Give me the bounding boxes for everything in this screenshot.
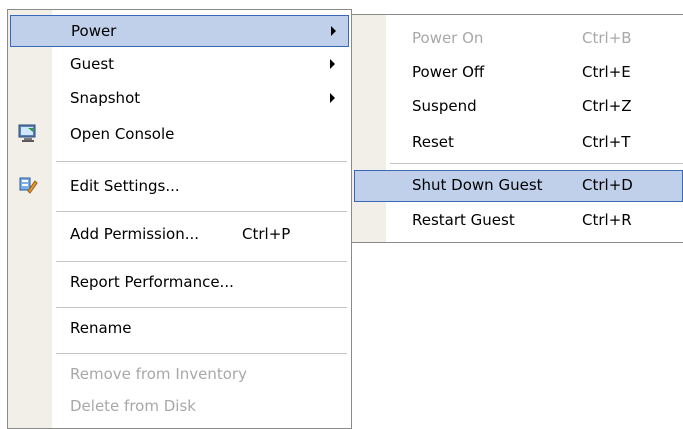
submenu-item-restart-guest[interactable]: Restart Guest Ctrl+R [354, 205, 681, 237]
submenu-arrow-icon [331, 26, 336, 36]
submenu-item-shut-down-guest-label: Shut Down Guest [412, 176, 543, 194]
submenu-item-reset[interactable]: Reset Ctrl+T [354, 127, 681, 159]
submenu-item-restart-guest-shortcut: Ctrl+R [582, 211, 632, 229]
submenu-item-shut-down-guest-shortcut: Ctrl+D [582, 176, 633, 194]
menu-item-delete-from-disk: Delete from Disk [10, 391, 349, 423]
menu-separator [56, 161, 347, 162]
menu-item-power[interactable]: Power [10, 15, 349, 47]
submenu-item-power-off-shortcut: Ctrl+E [582, 63, 631, 81]
menu-item-rename-label: Rename [70, 319, 132, 337]
menu-item-add-permission[interactable]: Add Permission... Ctrl+P [10, 219, 349, 251]
menu-item-add-permission-label: Add Permission... [70, 225, 200, 243]
submenu-arrow-icon [330, 93, 335, 103]
menu-item-snapshot[interactable]: Snapshot [10, 83, 349, 115]
menu-item-rename[interactable]: Rename [10, 313, 349, 345]
submenu-item-suspend-label: Suspend [412, 97, 477, 115]
menu-item-delete-from-disk-label: Delete from Disk [70, 397, 196, 415]
menu-item-guest-label: Guest [70, 55, 115, 73]
submenu-item-restart-guest-label: Restart Guest [412, 211, 515, 229]
menu-item-open-console-label: Open Console [70, 125, 175, 143]
menu-item-remove-from-inventory: Remove from Inventory [10, 359, 349, 391]
submenu-item-power-on: Power On Ctrl+B [354, 23, 681, 55]
submenu-item-power-off[interactable]: Power Off Ctrl+E [354, 57, 681, 89]
submenu-item-suspend-shortcut: Ctrl+Z [582, 97, 632, 115]
submenu-item-reset-label: Reset [412, 133, 454, 151]
menu-item-add-permission-shortcut: Ctrl+P [242, 225, 291, 243]
menu-item-guest[interactable]: Guest [10, 49, 349, 81]
submenu-item-shut-down-guest[interactable]: Shut Down Guest Ctrl+D [354, 170, 683, 202]
menu-separator [56, 353, 347, 354]
submenu-item-reset-shortcut: Ctrl+T [582, 133, 631, 151]
context-menu: Power Guest Snapshot Open Console Edit S… [7, 9, 352, 429]
menu-item-edit-settings[interactable]: Edit Settings... [10, 171, 349, 203]
submenu-arrow-icon [330, 59, 335, 69]
power-submenu: Power On Ctrl+B Power Off Ctrl+E Suspend… [351, 14, 683, 243]
menu-item-report-performance[interactable]: Report Performance... [10, 267, 349, 299]
menu-separator [56, 261, 347, 262]
menu-item-open-console[interactable]: Open Console [10, 119, 349, 151]
menu-item-snapshot-label: Snapshot [70, 89, 141, 107]
menu-item-power-label: Power [71, 22, 117, 40]
submenu-item-suspend[interactable]: Suspend Ctrl+Z [354, 91, 681, 123]
console-icon [18, 123, 38, 143]
edit-settings-icon [18, 175, 38, 195]
menu-separator [56, 307, 347, 308]
submenu-item-power-on-label: Power On [412, 29, 484, 47]
submenu-item-power-off-label: Power Off [412, 63, 485, 81]
menu-item-remove-from-inventory-label: Remove from Inventory [70, 365, 247, 383]
submenu-item-power-on-shortcut: Ctrl+B [582, 29, 632, 47]
menu-item-edit-settings-label: Edit Settings... [70, 177, 180, 195]
menu-separator [56, 211, 347, 212]
menu-separator [390, 163, 683, 164]
menu-item-report-performance-label: Report Performance... [70, 273, 234, 291]
